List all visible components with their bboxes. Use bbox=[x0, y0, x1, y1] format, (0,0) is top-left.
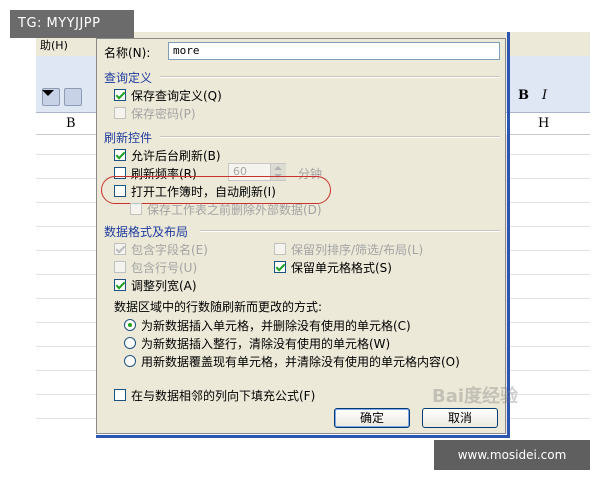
remove-external-data-checkbox[interactable] bbox=[130, 203, 142, 215]
fill-down-formulas-checkbox[interactable] bbox=[114, 389, 126, 401]
menu-help-fragment[interactable]: 助(H) bbox=[40, 37, 68, 53]
column-header-h[interactable]: H bbox=[538, 116, 549, 131]
radio-overwrite-cells-label[interactable]: 用新数据覆盖现有单元格，并清除没有使用的单元格内容(O) bbox=[141, 353, 460, 370]
spinner-up-icon[interactable] bbox=[274, 166, 282, 170]
preserve-cell-format-label[interactable]: 保留单元格格式(S) bbox=[291, 259, 392, 276]
refresh-control-section-title: 刷新控件 bbox=[104, 131, 153, 145]
adjust-column-width-label[interactable]: 调整列宽(A) bbox=[131, 277, 197, 294]
refresh-on-open-label[interactable]: 打开工作簿时，自动刷新(I) bbox=[131, 183, 276, 200]
name-input[interactable]: more bbox=[168, 42, 500, 60]
preserve-sort-filter-label[interactable]: 保留列排序/筛选/布局(L) bbox=[291, 241, 423, 258]
radio-insert-cells[interactable] bbox=[124, 319, 136, 331]
watermark-bottom-right: www.mosidei.com bbox=[434, 440, 590, 470]
name-label: 名称(N): bbox=[104, 46, 151, 60]
radio-insert-rows[interactable] bbox=[124, 337, 136, 349]
radio-insert-cells-label[interactable]: 为新数据插入单元格，并删除没有使用的单元格(C) bbox=[141, 317, 411, 334]
bold-button[interactable]: B bbox=[518, 88, 529, 103]
allow-background-refresh-checkbox[interactable] bbox=[114, 149, 126, 161]
cancel-button[interactable]: 取消 bbox=[422, 408, 498, 428]
section-divider bbox=[160, 76, 500, 78]
preserve-sort-filter-checkbox[interactable] bbox=[274, 243, 286, 255]
ok-button[interactable]: 确定 bbox=[334, 408, 410, 428]
fill-down-formulas-label[interactable]: 在与数据相邻的列向下填充公式(F) bbox=[131, 387, 315, 404]
watermark-faint: Bai度经验 bbox=[432, 386, 519, 407]
query-definition-section-title: 查询定义 bbox=[104, 71, 153, 85]
italic-button[interactable]: I bbox=[542, 88, 547, 103]
include-field-names-checkbox[interactable] bbox=[114, 243, 126, 255]
column-header-b[interactable]: B bbox=[66, 116, 76, 131]
radio-overwrite-cells[interactable] bbox=[124, 355, 136, 367]
save-password-label[interactable]: 保存密码(P) bbox=[131, 105, 196, 122]
dropdown-arrow-icon[interactable] bbox=[42, 90, 54, 96]
include-field-names-label[interactable]: 包含字段名(E) bbox=[131, 241, 208, 258]
refresh-frequency-label[interactable]: 刷新频率(R) bbox=[131, 165, 197, 182]
section-divider bbox=[200, 230, 500, 232]
preserve-cell-format-checkbox[interactable] bbox=[274, 261, 286, 273]
refresh-frequency-checkbox[interactable] bbox=[114, 167, 126, 179]
adjust-column-width-checkbox[interactable] bbox=[114, 279, 126, 291]
save-password-checkbox[interactable] bbox=[114, 107, 126, 119]
spinner-down-icon[interactable] bbox=[274, 174, 282, 178]
row-change-method-label: 数据区域中的行数随刷新而更改的方式: bbox=[114, 300, 323, 314]
allow-background-refresh-label[interactable]: 允许后台刷新(B) bbox=[131, 147, 221, 164]
section-divider bbox=[160, 136, 500, 138]
data-format-layout-section-title: 数据格式及布局 bbox=[104, 225, 189, 239]
refresh-on-open-checkbox[interactable] bbox=[114, 185, 126, 197]
watermark-top-left: TG: MYYJJPP bbox=[10, 10, 134, 38]
include-row-numbers-checkbox[interactable] bbox=[114, 261, 126, 273]
minutes-label: 分钟 bbox=[298, 167, 323, 181]
save-query-definition-label[interactable]: 保存查询定义(Q) bbox=[131, 87, 222, 104]
save-query-definition-checkbox[interactable] bbox=[114, 89, 126, 101]
include-row-numbers-label[interactable]: 包含行号(U) bbox=[131, 259, 197, 276]
remove-external-data-label[interactable]: 保存工作表之前删除外部数据(D) bbox=[147, 201, 322, 218]
radio-insert-rows-label[interactable]: 为新数据插入整行，清除没有使用的单元格(W) bbox=[141, 335, 390, 352]
toolbar-preview-icon[interactable] bbox=[64, 88, 82, 106]
